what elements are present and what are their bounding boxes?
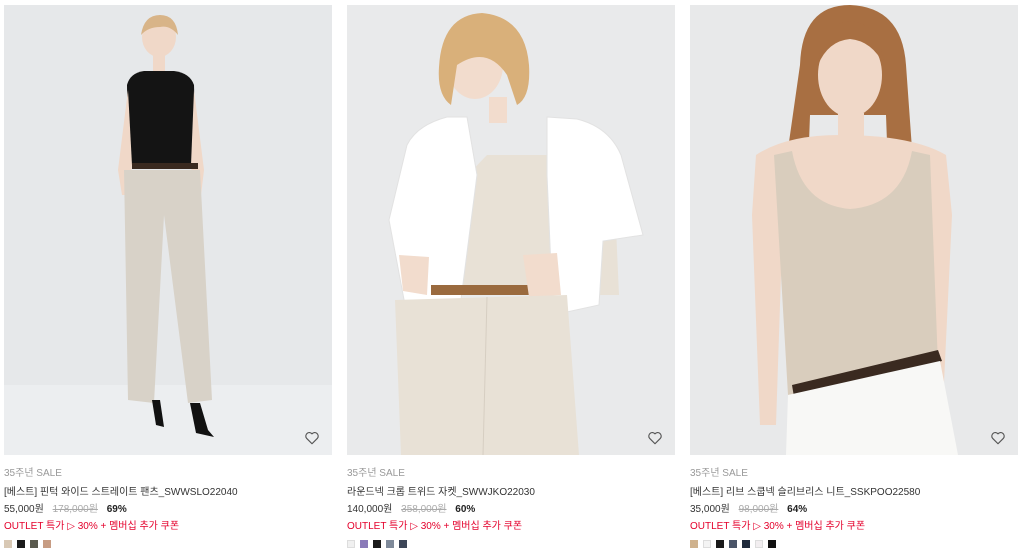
product-image[interactable]	[347, 5, 675, 455]
color-swatch[interactable]	[690, 540, 698, 548]
color-swatch[interactable]	[43, 540, 51, 548]
color-swatch[interactable]	[360, 540, 368, 548]
model-photo	[4, 5, 332, 455]
product-name[interactable]: [베스트] 리브 스쿱넥 슬리브리스 니트_SSKPOO22580	[690, 487, 1018, 499]
sale-price: 35,000원	[690, 504, 730, 515]
wishlist-heart-icon[interactable]	[647, 431, 663, 445]
model-photo	[690, 5, 1018, 455]
original-price: 98,000원	[738, 504, 779, 515]
color-swatch[interactable]	[729, 540, 737, 548]
discount-rate: 64%	[787, 504, 808, 515]
color-swatches	[690, 540, 1018, 548]
event-label: 35주년 SALE	[690, 468, 748, 479]
color-swatch[interactable]	[716, 540, 724, 548]
color-swatches	[347, 540, 675, 548]
wishlist-heart-icon[interactable]	[990, 431, 1006, 445]
color-swatch[interactable]	[768, 540, 776, 548]
color-swatches	[4, 540, 332, 548]
product-image[interactable]	[4, 5, 332, 455]
color-swatch[interactable]	[742, 540, 750, 548]
event-label: 35주년 SALE	[4, 468, 62, 479]
product-name[interactable]: [베스트] 핀턱 와이드 스트레이트 팬츠_SWWSLO22040	[4, 487, 332, 499]
wishlist-heart-icon[interactable]	[304, 431, 320, 445]
color-swatch[interactable]	[703, 540, 711, 548]
discount-rate: 60%	[455, 504, 476, 515]
color-swatch[interactable]	[17, 540, 25, 548]
color-swatch[interactable]	[399, 540, 407, 548]
product-card[interactable]: 35주년 SALE 라운드넥 크롭 트위드 자켓_SWWJKO22030 140…	[347, 5, 675, 548]
color-swatch[interactable]	[30, 540, 38, 548]
product-card[interactable]: 35주년 SALE [베스트] 핀턱 와이드 스트레이트 팬츠_SWWSLO22…	[4, 5, 332, 548]
event-label: 35주년 SALE	[347, 468, 405, 479]
product-card[interactable]: 35주년 SALE [베스트] 리브 스쿱넥 슬리브리스 니트_SSKPOO22…	[690, 5, 1018, 548]
color-swatch[interactable]	[373, 540, 381, 548]
sale-price: 140,000원	[347, 504, 393, 515]
outlet-promo: OUTLET 특가 ▷ 30% + 멤버십 추가 쿠폰	[690, 521, 866, 532]
color-swatch[interactable]	[4, 540, 12, 548]
discount-rate: 69%	[106, 504, 127, 515]
model-photo	[347, 5, 675, 455]
outlet-promo: OUTLET 특가 ▷ 30% + 멤버십 추가 쿠폰	[347, 521, 523, 532]
product-image[interactable]	[690, 5, 1018, 455]
color-swatch[interactable]	[755, 540, 763, 548]
original-price: 178,000원	[52, 504, 98, 515]
original-price: 358,000원	[401, 504, 447, 515]
outlet-promo: OUTLET 특가 ▷ 30% + 멤버십 추가 쿠폰	[4, 521, 180, 532]
sale-price: 55,000원	[4, 504, 44, 515]
color-swatch[interactable]	[347, 540, 355, 548]
product-name[interactable]: 라운드넥 크롭 트위드 자켓_SWWJKO22030	[347, 487, 675, 499]
color-swatch[interactable]	[386, 540, 394, 548]
